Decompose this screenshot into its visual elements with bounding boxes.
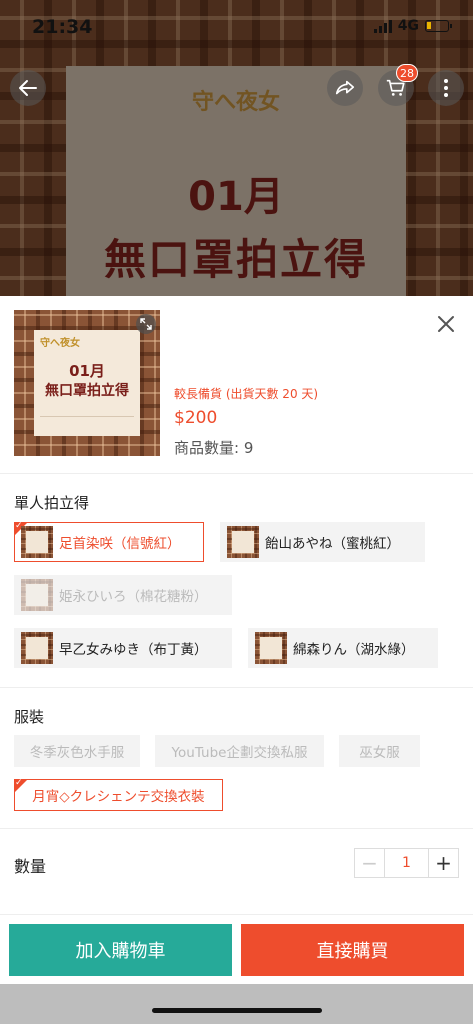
option-thumbnail (255, 632, 287, 664)
option-thumbnail (21, 632, 53, 664)
option-photo-1[interactable]: ✓ 足首染咲（信號紅） (14, 521, 204, 562)
battery-icon (425, 20, 452, 32)
expand-icon (140, 318, 152, 330)
option-photo-2[interactable]: 飴山あやね（蜜桃紅） (220, 522, 425, 562)
add-to-cart-button[interactable]: 加入購物車 (9, 924, 232, 976)
option-thumbnail (21, 579, 53, 611)
home-indicator[interactable] (152, 1008, 322, 1013)
more-options-button[interactable] (428, 70, 464, 106)
cart-button[interactable]: 28 (378, 64, 418, 106)
stock-quantity: 商品數量: 9 (174, 439, 254, 457)
thumbnail-card: 守へ夜女 01月 無口罩拍立得 (34, 330, 140, 436)
network-type: 4G (397, 18, 419, 34)
action-footer: 加入購物車 直接購買 (0, 914, 473, 984)
decrease-quantity-button[interactable]: − (355, 849, 385, 877)
preorder-note: 較長備貨 (出貨天數 20 天) (174, 387, 319, 401)
thumbnail-title-line2: 無口罩拍立得 (45, 383, 129, 399)
option-label: 綿森りん（湖水綠） (293, 642, 415, 658)
option-photo-3: 姫永ひいろ（棉花糖粉） (14, 575, 232, 615)
cart-count-badge: 28 (396, 64, 418, 82)
option-photo-5[interactable]: 綿森りん（湖水綠） (248, 628, 438, 668)
variation-title-outfit: 服裝 (14, 708, 45, 726)
option-thumbnail (227, 526, 259, 558)
back-button[interactable] (10, 70, 46, 106)
option-label: 姫永ひいろ（棉花糖粉） (59, 589, 208, 605)
option-label: 月宵◇クレシェンテ交換衣裝 (32, 789, 205, 805)
signal-icon (373, 19, 392, 33)
variation-title-photo: 單人拍立得 (14, 494, 90, 512)
share-icon (335, 80, 355, 95)
product-thumbnail[interactable]: 守へ夜女 01月 無口罩拍立得 (14, 310, 160, 456)
home-indicator-area (0, 984, 473, 1024)
option-thumbnail (21, 526, 53, 558)
share-button[interactable] (327, 70, 363, 106)
variation-selection-sheet: 守へ夜女 01月 無口罩拍立得 較長備貨 (出貨天數 20 天) $200 商品… (0, 296, 473, 916)
product-price: $200 (174, 408, 218, 428)
option-photo-4[interactable]: 早乙女みゆき（布丁黃） (14, 628, 232, 668)
divider (0, 473, 473, 474)
option-outfit-1: 冬季灰色水手服 (14, 735, 140, 767)
divider (0, 687, 473, 688)
arrow-left-icon (19, 80, 37, 96)
status-bar: 21:34 4G (0, 0, 473, 56)
expand-image-button[interactable] (136, 314, 156, 334)
buy-now-button[interactable]: 直接購買 (241, 924, 464, 976)
quantity-stepper: − 1 + (354, 848, 459, 878)
option-label: 飴山あやね（蜜桃紅） (265, 536, 400, 552)
status-time: 21:34 (32, 16, 93, 38)
increase-quantity-button[interactable]: + (428, 849, 458, 877)
option-outfit-4[interactable]: ✓ 月宵◇クレシェンテ交換衣裝 (14, 778, 223, 811)
thumbnail-title-line1: 01月 (69, 362, 105, 380)
option-outfit-2: YouTube企劃交換私服 (155, 735, 324, 767)
check-icon: ✓ (15, 778, 23, 788)
option-label: 早乙女みゆき（布丁黃） (59, 642, 208, 658)
close-icon[interactable] (434, 312, 458, 336)
quantity-value[interactable]: 1 (385, 849, 428, 877)
option-outfit-3: 巫女服 (339, 735, 420, 767)
divider (0, 828, 473, 829)
more-vertical-icon (444, 79, 448, 97)
thumbnail-fine-print (40, 416, 134, 422)
quantity-label: 數量 (14, 857, 47, 876)
status-indicators: 4G (373, 18, 452, 34)
thumbnail-logo: 守へ夜女 (40, 338, 80, 349)
option-label: 足首染咲（信號紅） (59, 536, 181, 552)
